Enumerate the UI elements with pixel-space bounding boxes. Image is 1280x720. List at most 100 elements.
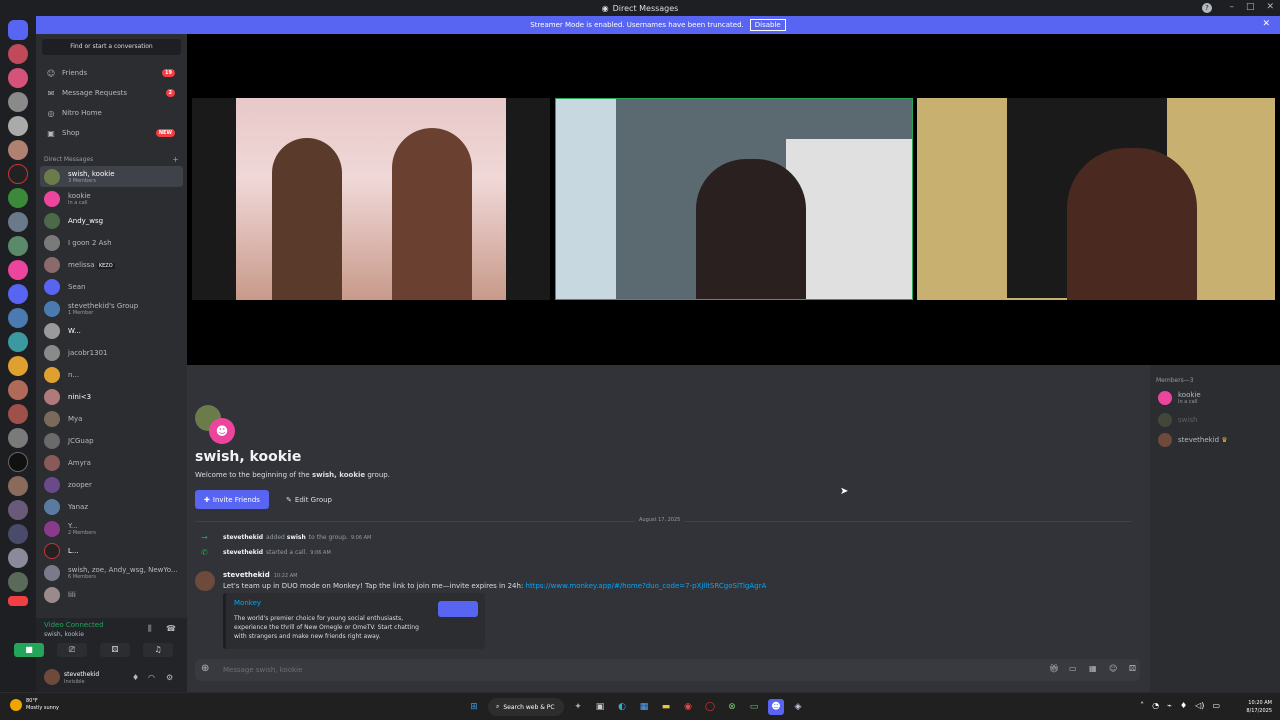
minimize-icon[interactable]: – [1229,2,1234,12]
dm-item[interactable]: W... [40,320,183,341]
dm-item[interactable]: Andy_wsg [40,210,183,231]
server-icon[interactable] [8,164,28,184]
dm-item[interactable]: nini<3 [40,386,183,407]
camera-button[interactable]: ■ [14,643,44,657]
server-icon[interactable] [8,500,28,520]
taskbar-clock[interactable]: 10:20 AM 8/17/2025 [1246,699,1272,715]
disconnect-icon[interactable]: ☎ [166,624,176,633]
member-item[interactable]: swish [1158,413,1197,427]
close-banner-icon[interactable]: ✕ [1262,19,1270,29]
home-icon[interactable] [8,20,28,40]
sys-user[interactable]: stevethekid [223,534,263,541]
server-icon[interactable] [8,68,28,88]
find-conversation-input[interactable]: Find or start a conversation [42,39,181,55]
dm-item[interactable]: L... [40,540,183,561]
terminal-icon[interactable]: ▭ [746,699,762,715]
embed-thumbnail[interactable] [438,601,478,617]
dm-item[interactable]: melissa KEZO [40,254,183,275]
dm-item[interactable]: lili [40,584,183,605]
member-item[interactable]: kookie In a call [1158,391,1201,405]
headphones-icon[interactable]: ◠ [148,673,155,682]
server-icon[interactable] [8,476,28,496]
dm-item[interactable]: n... [40,364,183,385]
sticker-icon[interactable]: ▦ [1089,664,1097,673]
noise-suppression-icon[interactable]: ⫼ [148,624,152,634]
server-icon[interactable] [8,44,28,64]
server-icon[interactable] [8,92,28,112]
server-icon[interactable] [8,284,28,304]
copilot-icon[interactable]: ✦ [570,699,586,715]
server-icon[interactable] [8,356,28,376]
server-icon[interactable] [8,572,28,592]
maximize-icon[interactable]: □ [1246,2,1255,12]
dm-item[interactable]: JCGuap [40,430,183,451]
edge-icon[interactable]: ◐ [614,699,630,715]
dm-item[interactable]: Y... 2 Members [40,518,183,539]
server-icon[interactable] [8,596,28,606]
dm-item[interactable]: zooper [40,474,183,495]
dm-item[interactable]: swish, zoe, Andy_wsg, NewYo... 6 Members [40,562,183,583]
nav-nitro-home[interactable]: ◎ Nitro Home [40,104,183,122]
server-icon[interactable] [8,236,28,256]
apps-icon[interactable]: ⚄ [1129,664,1136,673]
disable-streamer-button[interactable]: Disable [749,19,786,31]
dm-item[interactable]: swish, kookie 3 Members [40,166,183,187]
create-dm-icon[interactable]: + [172,155,179,164]
settings-gear-icon[interactable]: ⚙ [166,673,173,682]
server-icon[interactable] [8,428,28,448]
taskbar-search[interactable]: ⌕ Search web & PC [488,698,564,716]
close-window-icon[interactable]: ✕ [1266,2,1274,12]
opera-icon[interactable]: ◯ [702,699,718,715]
file-explorer-icon[interactable]: ▬ [658,699,674,715]
upload-plus-icon[interactable]: ⊕ [201,663,209,674]
gif-icon[interactable]: ▭ [1069,664,1077,673]
network-icon[interactable]: ◔ [1152,701,1159,710]
author-name[interactable]: stevethekid [223,571,270,579]
video-tile[interactable] [192,98,550,300]
member-item[interactable]: stevethekid ♛ [1158,433,1228,447]
server-icon[interactable] [8,260,28,280]
soundboard-button[interactable]: ♫ [143,643,173,657]
message-input[interactable]: ⊕ Message swish, kookie 🎁︎ ▭ ▦ ☺ ⚄ [195,659,1140,681]
invite-friends-button[interactable]: ✚ Invite Friends [195,490,269,509]
server-icon[interactable] [8,116,28,136]
task-view-icon[interactable]: ▣ [592,699,608,715]
steam-icon[interactable]: ◈ [790,699,806,715]
dm-item[interactable]: I goon 2 Ash [40,232,183,253]
volume-icon[interactable]: ◁) [1195,701,1204,710]
discord-taskbar-icon[interactable]: ☻ [768,699,784,715]
dm-item[interactable]: jacobr1301 [40,342,183,363]
activity-button[interactable]: ⚄ [100,643,130,657]
server-icon[interactable] [8,188,28,208]
embed-title[interactable]: Monkey [234,599,261,607]
dm-item[interactable]: Sean [40,276,183,297]
emoji-icon[interactable]: ☺ [1109,664,1117,673]
server-icon[interactable] [8,332,28,352]
server-icon[interactable] [8,380,28,400]
sys-user[interactable]: stevethekid [223,549,263,556]
server-icon[interactable] [8,404,28,424]
server-icon[interactable] [8,524,28,544]
avatar[interactable] [44,669,60,685]
store-icon[interactable]: ▦ [636,699,652,715]
nav-friends[interactable]: ☺ Friends 19 [40,64,183,82]
voice-channel[interactable]: swish, kookie [44,631,84,638]
microphone-icon[interactable]: ♦ [132,673,139,682]
battery-icon[interactable]: ▭ [1212,701,1220,710]
server-icon[interactable] [8,140,28,160]
gift-icon[interactable]: 🎁︎ [1049,664,1059,673]
dm-item[interactable]: kookie In a call [40,188,183,209]
server-icon[interactable] [8,212,28,232]
nav-message-requests[interactable]: ✉ Message Requests 2 [40,84,183,102]
chrome-icon[interactable]: ◉ [680,699,696,715]
dm-item[interactable]: Amyra [40,452,183,473]
microphone-icon[interactable]: ♦ [1180,701,1187,710]
server-icon[interactable] [8,308,28,328]
avatar[interactable] [195,571,215,591]
server-icon[interactable] [8,548,28,568]
invite-link[interactable]: https://www.monkey.app/#/home?duo_code=7… [526,582,767,590]
dm-item[interactable]: stevethekid's Group 1 Member [40,298,183,319]
usb-icon[interactable]: ⌁ [1167,701,1172,710]
video-tile-active[interactable] [555,98,913,300]
weather-widget[interactable]: 80°F Mostly sunny [10,698,59,712]
